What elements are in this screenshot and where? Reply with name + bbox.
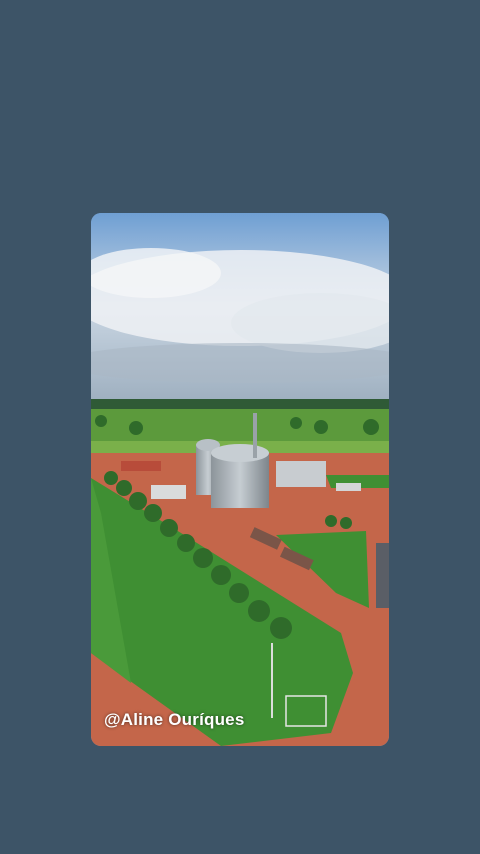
truck bbox=[336, 483, 361, 491]
aerial-photo bbox=[91, 213, 389, 746]
cloud bbox=[91, 343, 389, 383]
truck-queue bbox=[376, 543, 389, 608]
elevator-tower bbox=[253, 413, 257, 458]
shed bbox=[151, 485, 186, 499]
photo-card[interactable]: @Aline Ouríques bbox=[91, 213, 389, 746]
pole bbox=[271, 643, 273, 718]
warehouse bbox=[276, 461, 326, 487]
building bbox=[121, 461, 161, 471]
silo bbox=[211, 444, 269, 462]
watermark: @Aline Ouríques bbox=[104, 710, 245, 729]
